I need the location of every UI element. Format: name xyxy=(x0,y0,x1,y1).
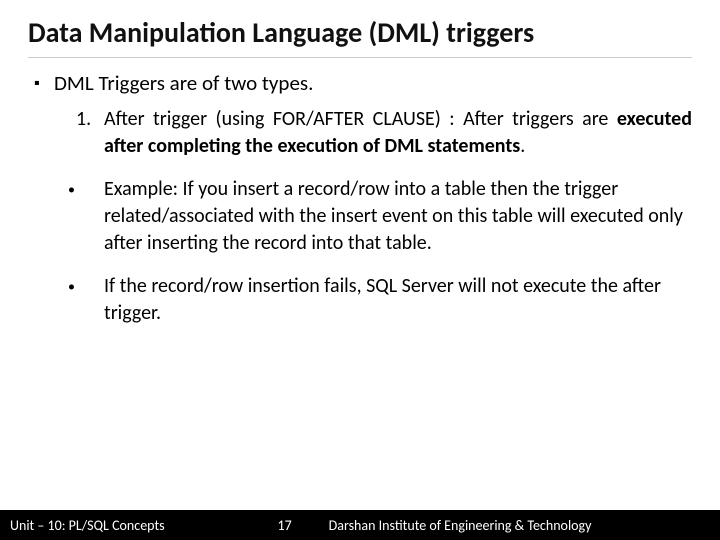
square-bullet-icon: ▪ xyxy=(34,70,54,93)
slide-content: ▪ DML Triggers are of two types. 1. Afte… xyxy=(28,58,692,327)
slide-title: Data Manipulation Language (DML) trigger… xyxy=(28,18,692,58)
bullet-item-1: • Example: If you insert a record/row in… xyxy=(62,176,692,257)
bullet-item-2: • If the record/row insertion fails, SQL… xyxy=(62,273,692,327)
footer-page: 17 xyxy=(255,517,315,534)
footer-institute: Darshan Institute of Engineering & Techn… xyxy=(315,517,720,534)
intro-text: DML Triggers are of two types. xyxy=(54,70,313,96)
item1-post: . xyxy=(520,134,525,158)
item1-pre: After trigger (using FOR/AFTER CLAUSE) :… xyxy=(104,107,617,131)
dot-bullet-icon: • xyxy=(62,273,104,297)
slide-footer: Unit – 10: PL/SQL Concepts 17 Darshan In… xyxy=(0,510,720,540)
intro-item: ▪ DML Triggers are of two types. xyxy=(34,70,692,96)
bullet2-text: If the record/row insertion fails, SQL S… xyxy=(104,273,692,327)
item1-text: After trigger (using FOR/AFTER CLAUSE) :… xyxy=(104,106,692,160)
slide: Data Manipulation Language (DML) trigger… xyxy=(0,0,720,540)
bullet1-text: Example: If you insert a record/row into… xyxy=(104,176,692,257)
numbered-item-1: 1. After trigger (using FOR/AFTER CLAUSE… xyxy=(76,106,692,160)
dot-bullet-icon: • xyxy=(62,176,104,200)
footer-unit: Unit – 10: PL/SQL Concepts xyxy=(0,517,165,534)
item-number: 1. xyxy=(76,106,104,133)
